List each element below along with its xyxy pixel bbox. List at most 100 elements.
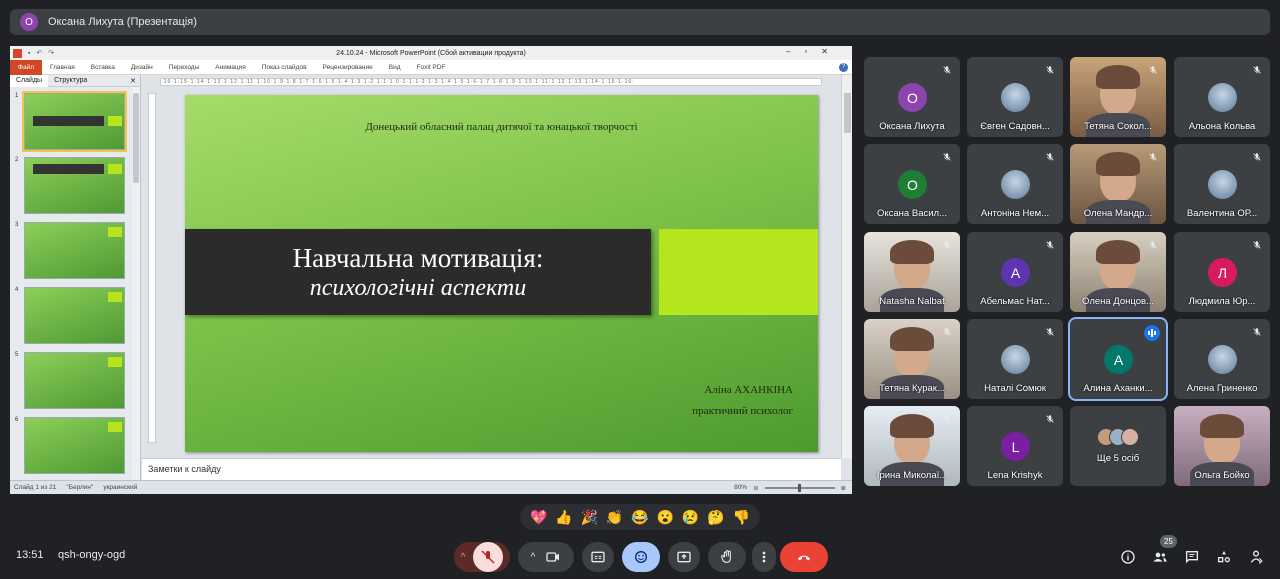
participant-avatar — [1208, 170, 1237, 199]
slide-thumbnail[interactable]: 4 — [10, 285, 141, 347]
slide-thumbnail[interactable]: 6 — [10, 415, 141, 477]
reaction-thinking-icon[interactable]: 🤔 — [707, 509, 724, 526]
help-icon[interactable]: ? — [839, 62, 848, 72]
people-icon[interactable] — [1152, 549, 1168, 565]
participant-avatar — [1001, 345, 1030, 374]
raise-hand-button[interactable] — [708, 542, 746, 572]
participant-hair — [1096, 240, 1140, 264]
close-pane-icon[interactable]: ✕ — [130, 77, 136, 85]
reaction-heart-icon[interactable]: 💖 — [530, 509, 547, 526]
slide-author-role: практичний психолог — [692, 405, 793, 417]
chat-icon[interactable] — [1184, 549, 1200, 565]
menu-transitions[interactable]: Переходы — [161, 64, 208, 71]
participant-tile[interactable]: А Алина Аханки... — [1068, 317, 1168, 401]
menu-view[interactable]: Вид — [381, 64, 409, 71]
slide-accent-block — [659, 229, 818, 315]
participant-name: Алина Аханки... — [1083, 383, 1153, 394]
menu-home[interactable]: Главная — [42, 64, 83, 71]
chevron-up-icon[interactable]: ^ — [531, 552, 536, 563]
window-controls[interactable]: –▫✕ — [786, 47, 842, 56]
emoji-button[interactable] — [622, 542, 660, 572]
mic-toggle-button[interactable]: ^ — [454, 542, 510, 572]
participant-avatar — [1208, 83, 1237, 112]
menu-foxit[interactable]: Foxit PDF — [409, 64, 454, 71]
slide-thumbnail[interactable]: 1 — [10, 91, 141, 153]
notes-field[interactable]: Заметки к слайду — [142, 458, 841, 480]
zoom-control[interactable]: 80% ⊖ ⊕ — [734, 483, 846, 492]
participant-tile[interactable]: О Оксана Лихута — [864, 57, 960, 137]
reaction-surprised-icon[interactable]: 😮 — [657, 509, 674, 526]
participant-count-badge: 25 — [1160, 535, 1177, 548]
info-icon[interactable] — [1120, 549, 1136, 565]
slide-number: 1 — [15, 93, 19, 99]
zoom-level: 80% — [734, 484, 748, 491]
camera-toggle-button[interactable]: ^ — [518, 542, 574, 572]
chevron-up-icon[interactable]: ^ — [461, 552, 466, 563]
mic-muted-icon — [1146, 150, 1160, 164]
host-controls-icon[interactable] — [1248, 549, 1264, 565]
participant-tile[interactable]: L Lena Krishyk — [967, 406, 1063, 486]
zoom-slider[interactable] — [764, 483, 835, 492]
participant-tile[interactable]: Ольга Бойко — [1174, 406, 1270, 486]
presenter-label: Оксана Лихута (Презентація) — [48, 16, 197, 28]
participant-hair — [890, 327, 934, 351]
activities-icon[interactable] — [1216, 549, 1232, 565]
reaction-sad-icon[interactable]: 😢 — [682, 509, 699, 526]
menu-file[interactable]: Файл — [10, 59, 42, 75]
participant-name: Абельмас Нат... — [980, 296, 1050, 307]
mic-off-icon[interactable] — [473, 542, 504, 572]
participant-tile[interactable]: Ще 5 осіб — [1070, 406, 1166, 486]
captions-button[interactable] — [582, 542, 614, 572]
participant-tile[interactable]: Л Людмила Юр... — [1174, 232, 1270, 312]
ppt-ribbon-tabs: Файл Главная Вставка Дизайн Переходы Ани… — [10, 59, 852, 75]
participant-tile[interactable]: Альона Кольва — [1174, 57, 1270, 137]
reaction-clap-icon[interactable]: 👏 — [606, 509, 623, 526]
participant-tile[interactable]: Ірина Миколаї... — [864, 406, 960, 486]
participant-tile[interactable]: Алена Гриненко — [1174, 319, 1270, 399]
participant-tile[interactable]: Олена Мандр... — [1070, 144, 1166, 224]
slide-thumbnail[interactable]: 2 — [10, 155, 141, 217]
participant-avatar — [1001, 170, 1030, 199]
pane-scrollbar[interactable] — [132, 87, 140, 480]
menu-insert[interactable]: Вставка — [83, 64, 123, 71]
more-options-button[interactable] — [752, 542, 776, 572]
participant-tile[interactable]: Євген Садовн... — [967, 57, 1063, 137]
current-slide[interactable]: Донецький обласний палац дитячої та юнац… — [185, 95, 818, 452]
participant-avatar: О — [898, 170, 927, 199]
menu-slideshow[interactable]: Показ слайдов — [254, 64, 315, 71]
editor-scrollbar[interactable] — [841, 75, 852, 458]
participant-tile[interactable]: Валентина ОР... — [1174, 144, 1270, 224]
participant-tile[interactable]: Наталі Сомюк — [967, 319, 1063, 399]
menu-review[interactable]: Рецензирование — [315, 64, 381, 71]
slide-thumbnail[interactable]: 5 — [10, 350, 141, 412]
slide-number: 2 — [15, 157, 19, 163]
participant-tile[interactable]: Тетяна Сокол... — [1070, 57, 1166, 137]
zoom-in-icon[interactable]: ⊕ — [841, 484, 846, 492]
zoom-out-icon[interactable]: ⊖ — [753, 484, 758, 492]
thumbnail-image — [24, 287, 125, 344]
participant-name: Людмила Юр... — [1188, 296, 1256, 307]
mic-muted-icon — [1250, 63, 1264, 77]
participant-tile[interactable]: Natasha Nalbat — [864, 232, 960, 312]
slide-title-bar: Навчальна мотивація: психологічні аспект… — [185, 229, 651, 315]
leave-call-button[interactable] — [780, 542, 828, 572]
participant-avatar — [1001, 83, 1030, 112]
tab-slides[interactable]: Слайды — [10, 74, 49, 87]
ppt-window-title: 24.10.24 - Microsoft PowerPoint (Сбой ак… — [336, 49, 526, 57]
reaction-thumbs-up-icon[interactable]: 👍 — [555, 509, 572, 526]
menu-animation[interactable]: Анимация — [207, 64, 254, 71]
participant-tile[interactable]: Антоніна Нем... — [967, 144, 1063, 224]
reaction-thumbs-down-icon[interactable]: 👎 — [733, 509, 750, 526]
menu-design[interactable]: Дизайн — [123, 64, 161, 71]
participant-name: Ольга Бойко — [1194, 470, 1250, 481]
present-button[interactable] — [668, 542, 700, 572]
reaction-laugh-icon[interactable]: 😂 — [631, 509, 648, 526]
participant-tile[interactable]: Тетяна Курак... — [864, 319, 960, 399]
reaction-party-icon[interactable]: 🎉 — [581, 509, 598, 526]
participant-tile[interactable]: О Оксана Васил... — [864, 144, 960, 224]
participant-tile[interactable]: А Абельмас Нат... — [967, 232, 1063, 312]
slide-thumbnail[interactable]: 3 — [10, 220, 141, 282]
participant-name: Ірина Миколаї... — [876, 470, 948, 481]
participant-tile[interactable]: Олена Донцов... — [1070, 232, 1166, 312]
tab-outline[interactable]: Структура — [48, 75, 93, 87]
